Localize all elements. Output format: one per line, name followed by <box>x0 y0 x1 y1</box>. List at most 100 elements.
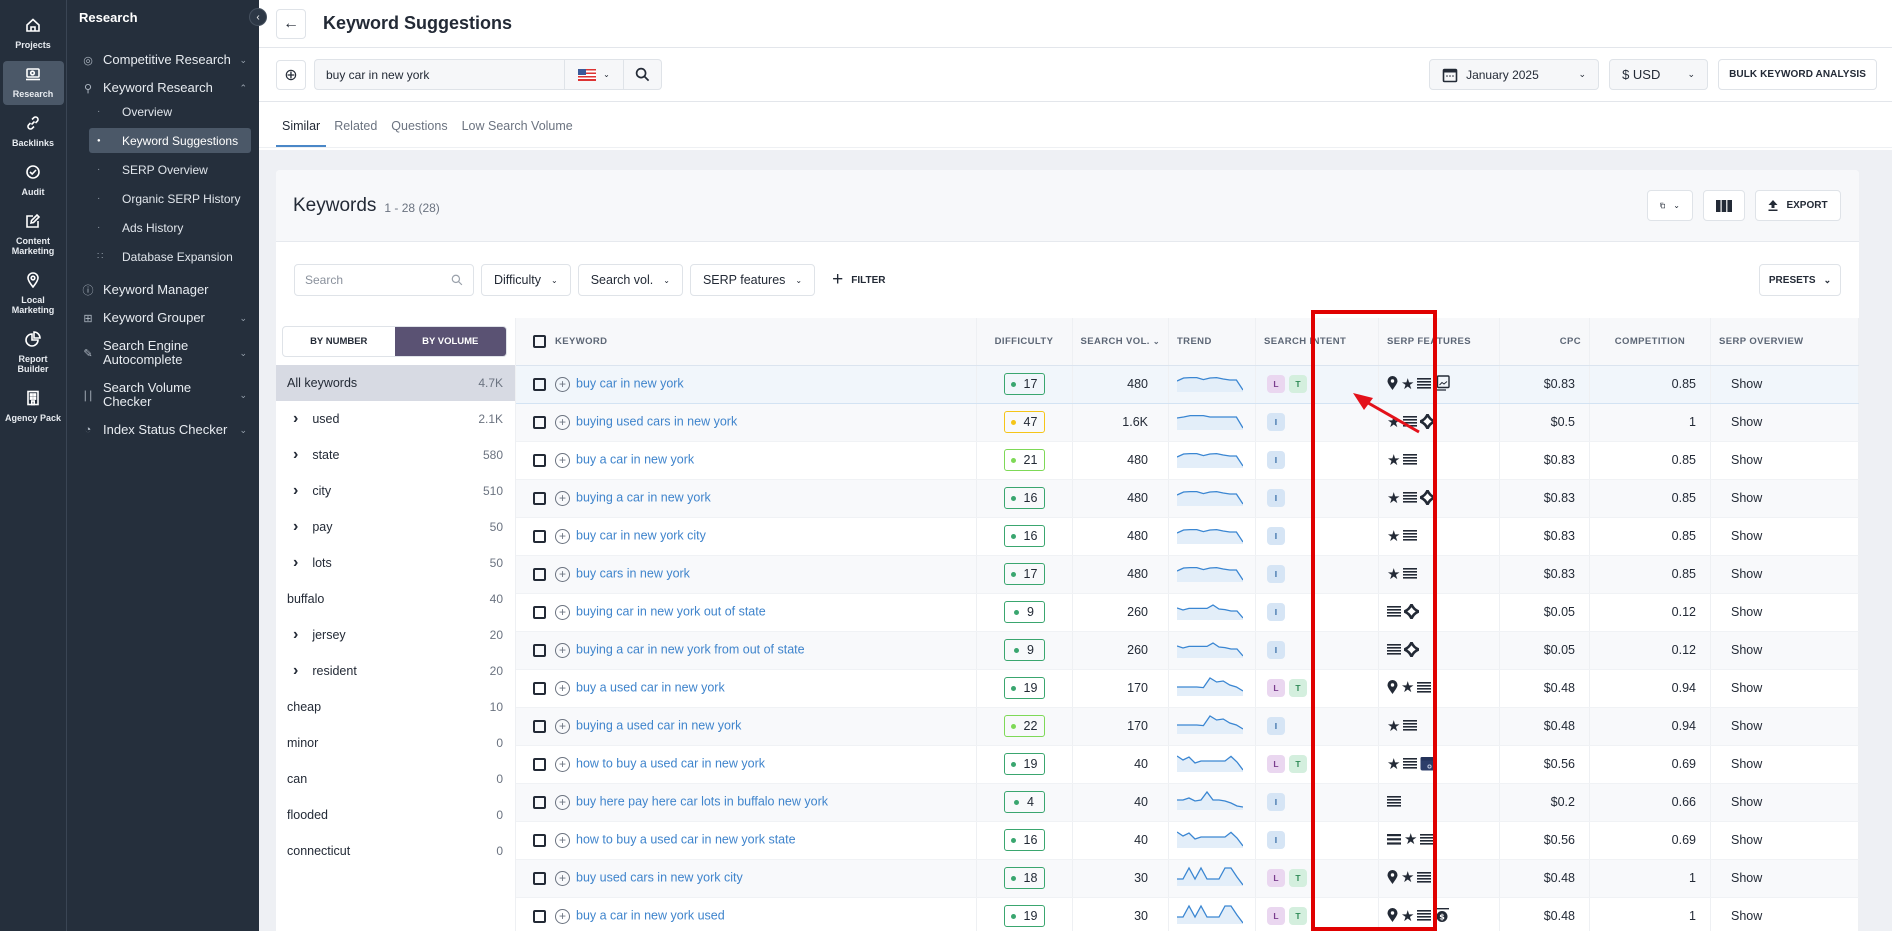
add-to-list-icon[interactable]: + <box>555 566 570 582</box>
add-filter-button[interactable]: + FILTER <box>832 269 885 291</box>
add-to-list-icon[interactable]: + <box>555 680 570 696</box>
col-keyword[interactable]: KEYWORD <box>516 318 977 366</box>
toggle-by-number[interactable]: BY NUMBER <box>283 327 395 356</box>
serp-overview-show-link[interactable]: Show <box>1731 491 1762 505</box>
keyword-group-item[interactable]: › jersey 20 <box>276 617 515 653</box>
row-checkbox[interactable] <box>533 719 546 733</box>
add-to-list-icon[interactable]: + <box>555 870 570 886</box>
keyword-link[interactable]: buy a used car in new york <box>576 681 725 695</box>
tab-low-search-volume[interactable]: Low Search Volume <box>456 119 579 147</box>
keyword-link[interactable]: buying a used car in new york <box>576 719 741 733</box>
rail-item-audit[interactable]: Audit <box>3 159 64 203</box>
chevron-right-icon[interactable]: › <box>293 554 298 572</box>
add-keyword-button[interactable]: ⊕ <box>276 59 306 90</box>
keyword-group-item[interactable]: › resident 20 <box>276 653 515 689</box>
rail-item-projects[interactable]: Projects <box>3 12 64 56</box>
add-to-list-icon[interactable]: + <box>555 490 570 506</box>
keyword-link[interactable]: buying car in new york out of state <box>576 605 766 619</box>
chevron-right-icon[interactable]: › <box>293 482 298 500</box>
add-to-list-icon[interactable]: + <box>555 832 570 848</box>
add-to-list-icon[interactable]: + <box>555 718 570 734</box>
add-to-list-icon[interactable]: + <box>555 528 570 544</box>
keyword-group-item[interactable]: can 0 <box>276 761 515 797</box>
nav-item-serp-overview[interactable]: · SERP Overview <box>89 157 251 182</box>
keyword-link[interactable]: buy car in new york <box>576 377 684 391</box>
keyword-link[interactable]: buy a car in new york used <box>576 909 725 923</box>
nav-item-keyword-suggestions[interactable]: ● Keyword Suggestions <box>89 128 251 153</box>
serp-overview-show-link[interactable]: Show <box>1731 453 1762 467</box>
nav-item-database-expansion[interactable]: ∷ Database Expansion <box>89 244 251 269</box>
nav-item-organic-serp-history[interactable]: · Organic SERP History <box>89 186 251 211</box>
keyword-link[interactable]: buy car in new york city <box>576 529 706 543</box>
nav-group-keyword-research[interactable]: ⚲ Keyword Research ⌃ <box>67 81 259 95</box>
nav-item-ads-history[interactable]: · Ads History <box>89 215 251 240</box>
col-competition[interactable]: COMPETITION <box>1589 318 1711 366</box>
keyword-group-item[interactable]: flooded 0 <box>276 797 515 833</box>
bulk-keyword-analysis-button[interactable]: BULK KEYWORD ANALYSIS <box>1718 59 1877 90</box>
filter-search-vol[interactable]: Search vol. ⌄ <box>577 264 683 296</box>
serp-overview-show-link[interactable]: Show <box>1731 415 1762 429</box>
keyword-link[interactable]: buying used cars in new york <box>576 415 737 429</box>
keyword-group-item[interactable]: › used 2.1K <box>276 401 515 437</box>
date-select[interactable]: January 2025 ⌄ <box>1429 59 1600 90</box>
rail-item-report-builder[interactable]: Report Builder <box>3 326 64 380</box>
serp-overview-show-link[interactable]: Show <box>1731 871 1762 885</box>
nav-group-search-volume-checker[interactable]: ∣∣ Search Volume Checker ⌄ <box>67 381 259 409</box>
country-select[interactable]: ⌄ <box>564 59 624 90</box>
row-checkbox[interactable] <box>533 871 546 885</box>
serp-overview-show-link[interactable]: Show <box>1731 795 1762 809</box>
copy-menu-button[interactable]: ⌄ <box>1647 190 1693 221</box>
collapse-nav-button[interactable]: ‹ <box>249 8 267 26</box>
row-checkbox[interactable] <box>533 605 546 619</box>
nav-group-index-status-checker[interactable]: ◔ Index Status Checker ⌄ <box>67 423 259 437</box>
serp-overview-show-link[interactable]: Show <box>1731 605 1762 619</box>
row-checkbox[interactable] <box>533 377 546 391</box>
keyword-group-item[interactable]: › state 580 <box>276 437 515 473</box>
select-all-checkbox[interactable] <box>533 334 546 348</box>
presets-button[interactable]: PRESETS ⌄ <box>1759 264 1841 296</box>
add-to-list-icon[interactable]: + <box>555 756 570 772</box>
keyword-link[interactable]: buying a car in new york <box>576 491 711 505</box>
tab-related[interactable]: Related <box>328 119 383 147</box>
col-difficulty[interactable]: DIFFICULTY <box>976 318 1073 366</box>
chevron-right-icon[interactable]: › <box>293 518 298 536</box>
keyword-group-item[interactable]: › pay 50 <box>276 509 515 545</box>
currency-select[interactable]: $ USD ⌄ <box>1609 59 1709 90</box>
chevron-right-icon[interactable]: › <box>293 626 298 644</box>
keyword-link[interactable]: buy a car in new york <box>576 453 694 467</box>
nav-group-search-engine-autocomplete[interactable]: ✎ Search Engine Autocomplete ⌄ <box>67 339 259 367</box>
nav-item-overview[interactable]: · Overview <box>89 99 251 124</box>
keyword-group-item[interactable]: connecticut 0 <box>276 833 515 869</box>
serp-overview-show-link[interactable]: Show <box>1731 567 1762 581</box>
toggle-by-volume[interactable]: BY VOLUME <box>394 327 506 356</box>
col-cpc[interactable]: CPC <box>1499 318 1590 366</box>
serp-overview-show-link[interactable]: Show <box>1731 377 1762 391</box>
serp-overview-show-link[interactable]: Show <box>1731 909 1762 923</box>
keyword-group-item[interactable]: minor 0 <box>276 725 515 761</box>
keyword-filter-search[interactable]: Search <box>294 264 474 296</box>
serp-overview-show-link[interactable]: Show <box>1731 719 1762 733</box>
rail-item-local-marketing[interactable]: Local Marketing <box>3 267 64 321</box>
row-checkbox[interactable] <box>533 643 546 657</box>
add-to-list-icon[interactable]: + <box>555 604 570 620</box>
add-to-list-icon[interactable]: + <box>555 414 570 430</box>
filter-difficulty[interactable]: Difficulty ⌄ <box>481 264 571 296</box>
keyword-group-item[interactable]: › lots 50 <box>276 545 515 581</box>
serp-overview-show-link[interactable]: Show <box>1731 757 1762 771</box>
row-checkbox[interactable] <box>533 795 546 809</box>
back-button[interactable]: ← <box>276 8 306 39</box>
row-checkbox[interactable] <box>533 681 546 695</box>
chevron-right-icon[interactable]: › <box>293 446 298 464</box>
row-checkbox[interactable] <box>533 453 546 467</box>
keyword-link[interactable]: how to buy a used car in new york <box>576 757 765 771</box>
chevron-right-icon[interactable]: › <box>293 662 298 680</box>
keyword-link[interactable]: buying a car in new york from out of sta… <box>576 643 805 657</box>
row-checkbox[interactable] <box>533 415 546 429</box>
row-checkbox[interactable] <box>533 567 546 581</box>
nav-group-competitive-research[interactable]: ◎ Competitive Research ⌄ <box>67 53 259 67</box>
serp-overview-show-link[interactable]: Show <box>1731 833 1762 847</box>
row-checkbox[interactable] <box>533 491 546 505</box>
filter-serp-features[interactable]: SERP features ⌄ <box>689 264 816 296</box>
add-to-list-icon[interactable]: + <box>555 376 570 392</box>
rail-item-content-marketing[interactable]: Content Marketing <box>3 208 64 262</box>
